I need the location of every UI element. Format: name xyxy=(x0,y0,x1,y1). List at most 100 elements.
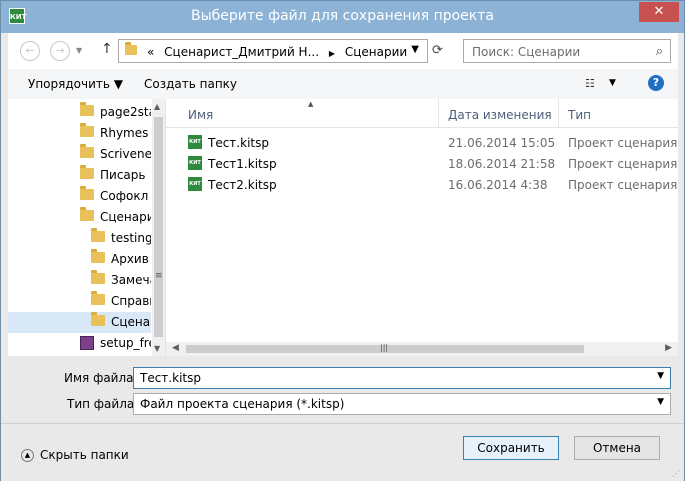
column-divider[interactable] xyxy=(558,99,559,127)
navigation-pane: page2stage Rhymes Scrivener Писарь Софок… xyxy=(8,99,166,356)
chevron-down-icon[interactable]: ▼ xyxy=(609,78,616,88)
file-type: Проект сценария xyxy=(568,157,678,171)
new-folder-button[interactable]: Создать папку xyxy=(144,77,237,91)
arrow-up-icon: ↑ xyxy=(101,41,113,57)
kitsp-file-icon: КИТ xyxy=(188,177,202,191)
column-name[interactable]: Имя xyxy=(188,108,213,122)
archive-icon xyxy=(80,336,94,350)
filename-value: Тест.kitsp xyxy=(140,371,201,385)
back-button[interactable]: ← xyxy=(20,41,40,61)
sidebar-item-notes[interactable]: Замеча xyxy=(8,270,151,291)
address-bar[interactable]: « Сценарист_Дмитрий Н... ▶ Сценарии ▼ xyxy=(118,39,428,63)
breadcrumb-parent[interactable]: Сценарист_Дмитрий Н... xyxy=(164,45,319,59)
sidebar-item-rhymes[interactable]: Rhymes xyxy=(8,123,151,144)
command-toolbar: Упорядочить ▼ Создать папку ☷ ▼ ? xyxy=(8,69,678,100)
search-icon[interactable]: ⌕ xyxy=(656,44,663,59)
sidebar-item-page2stage[interactable]: page2stage xyxy=(8,102,151,123)
sidebar-item-pisar[interactable]: Писарь xyxy=(8,165,151,186)
breadcrumb-current[interactable]: Сценарии xyxy=(345,45,407,59)
file-row[interactable]: КИТ Тест2.kitsp 16.06.2014 4:38 Проект с… xyxy=(166,174,678,195)
cancel-button[interactable]: Отмена xyxy=(574,436,660,460)
sidebar-item-label: Замеча xyxy=(111,273,151,287)
filetype-value: Файл проекта сценария (*.kitsp) xyxy=(140,397,345,411)
refresh-icon[interactable]: ⟳ xyxy=(432,43,443,58)
filetype-select[interactable]: Файл проекта сценария (*.kitsp) ▼ xyxy=(133,393,671,415)
folder-icon xyxy=(80,144,94,158)
sidebar-item-scrivener[interactable]: Scrivener xyxy=(8,144,151,165)
scroll-left-icon[interactable]: ◀ xyxy=(172,343,179,353)
column-type[interactable]: Тип xyxy=(568,108,591,122)
search-placeholder: Поиск: Сценарии xyxy=(472,45,581,59)
sidebar-item-testing[interactable]: testing xyxy=(8,228,151,249)
dialog-title: Выберите файл для сохранения проекта xyxy=(191,8,494,24)
folder-icon xyxy=(91,291,105,305)
file-list-scrollbar[interactable]: ◀ ||| ▶ xyxy=(166,342,678,356)
sidebar-item-label: Архив у xyxy=(111,252,151,266)
file-name: Тест2.kitsp xyxy=(208,178,277,192)
chevron-up-icon: ▲ xyxy=(21,449,34,462)
sidebar-item-archive[interactable]: Архив у xyxy=(8,249,151,270)
save-dialog: КИТ Выберите файл для сохранения проекта… xyxy=(0,0,685,481)
hide-folders-label: Скрыть папки xyxy=(40,448,129,462)
scroll-down-icon[interactable]: ▼ xyxy=(154,344,160,353)
kitsp-file-icon: КИТ xyxy=(188,135,202,149)
save-button[interactable]: Сохранить xyxy=(463,436,559,460)
sidebar-item-scenar-selected[interactable]: Сценар xyxy=(8,312,151,333)
file-name: Тест1.kitsp xyxy=(208,157,277,171)
sidebar-item-label: page2stage xyxy=(100,105,151,119)
recent-locations-icon[interactable]: ▼ xyxy=(76,46,82,55)
organize-button[interactable]: Упорядочить ▼ xyxy=(28,77,123,91)
chevron-down-icon[interactable]: ▼ xyxy=(657,371,664,381)
scroll-right-icon[interactable]: ▶ xyxy=(665,343,672,353)
chevron-down-icon[interactable]: ▼ xyxy=(657,397,664,407)
sidebar-item-scenarii[interactable]: Сценарии xyxy=(8,207,151,228)
sidebar-item-sofokl[interactable]: Софокл xyxy=(8,186,151,207)
view-options-icon[interactable]: ☷ xyxy=(585,77,595,90)
file-row[interactable]: КИТ Тест1.kitsp 18.06.2014 21:58 Проект … xyxy=(166,153,678,174)
folder-icon xyxy=(91,270,105,284)
up-button[interactable]: ↑ xyxy=(101,41,113,57)
sidebar-item-label: testing xyxy=(111,231,151,245)
kitsp-file-icon: КИТ xyxy=(188,156,202,170)
sidebar-item-label: Софокл xyxy=(100,189,149,203)
chevron-down-icon[interactable]: ▼ xyxy=(411,44,419,55)
folder-icon xyxy=(80,186,94,200)
folder-icon xyxy=(80,165,94,179)
search-input[interactable]: Поиск: Сценарии ⌕ xyxy=(463,39,671,63)
scroll-up-icon[interactable]: ▲ xyxy=(154,102,160,111)
sidebar-item-setup[interactable]: setup_fre xyxy=(8,333,151,354)
column-divider[interactable] xyxy=(438,99,439,127)
close-button[interactable]: ✕ xyxy=(639,2,679,22)
file-date: 21.06.2014 15:05 xyxy=(448,136,556,150)
hide-folders-button[interactable]: ▲ Скрыть папки xyxy=(21,448,129,462)
folder-icon xyxy=(91,249,105,263)
sidebar-scrollbar[interactable]: ▲ ≡ ▼ xyxy=(152,99,165,356)
filename-input[interactable]: Тест.kitsp ▼ xyxy=(133,367,671,389)
sidebar-item-label: Сценар xyxy=(111,315,151,329)
file-date: 16.06.2014 4:38 xyxy=(448,178,548,192)
forward-button[interactable]: → xyxy=(50,41,70,61)
scrollbar-thumb[interactable] xyxy=(154,117,163,337)
breadcrumb-overflow[interactable]: « xyxy=(147,45,154,59)
filename-label: Имя файла: xyxy=(64,371,138,385)
resize-grip-icon[interactable]: ⋰ xyxy=(672,469,680,478)
sidebar-item-label: Писарь xyxy=(100,168,146,182)
help-icon[interactable]: ? xyxy=(648,75,664,91)
filetype-label: Тип файла: xyxy=(67,397,139,411)
file-date: 18.06.2014 21:58 xyxy=(448,157,556,171)
sidebar-item-label: Rhymes xyxy=(100,126,149,140)
folder-icon xyxy=(91,228,105,242)
sidebar-item-label: Справк xyxy=(111,294,151,308)
breadcrumb-separator[interactable]: ▶ xyxy=(329,49,335,58)
grip-icon: ||| xyxy=(380,343,389,352)
file-row[interactable]: КИТ Тест.kitsp 21.06.2014 15:05 Проект с… xyxy=(166,132,678,153)
title-bar: КИТ Выберите файл для сохранения проекта… xyxy=(1,1,684,33)
arrow-left-icon: ← xyxy=(25,44,35,57)
file-type: Проект сценария xyxy=(568,178,678,192)
folder-icon xyxy=(125,42,137,55)
folder-icon xyxy=(80,102,94,116)
sidebar-item-reference[interactable]: Справк xyxy=(8,291,151,312)
grip-icon: ≡ xyxy=(155,271,163,281)
column-date[interactable]: Дата изменения xyxy=(448,108,552,122)
sidebar-item-label: Сценарии xyxy=(100,210,151,224)
